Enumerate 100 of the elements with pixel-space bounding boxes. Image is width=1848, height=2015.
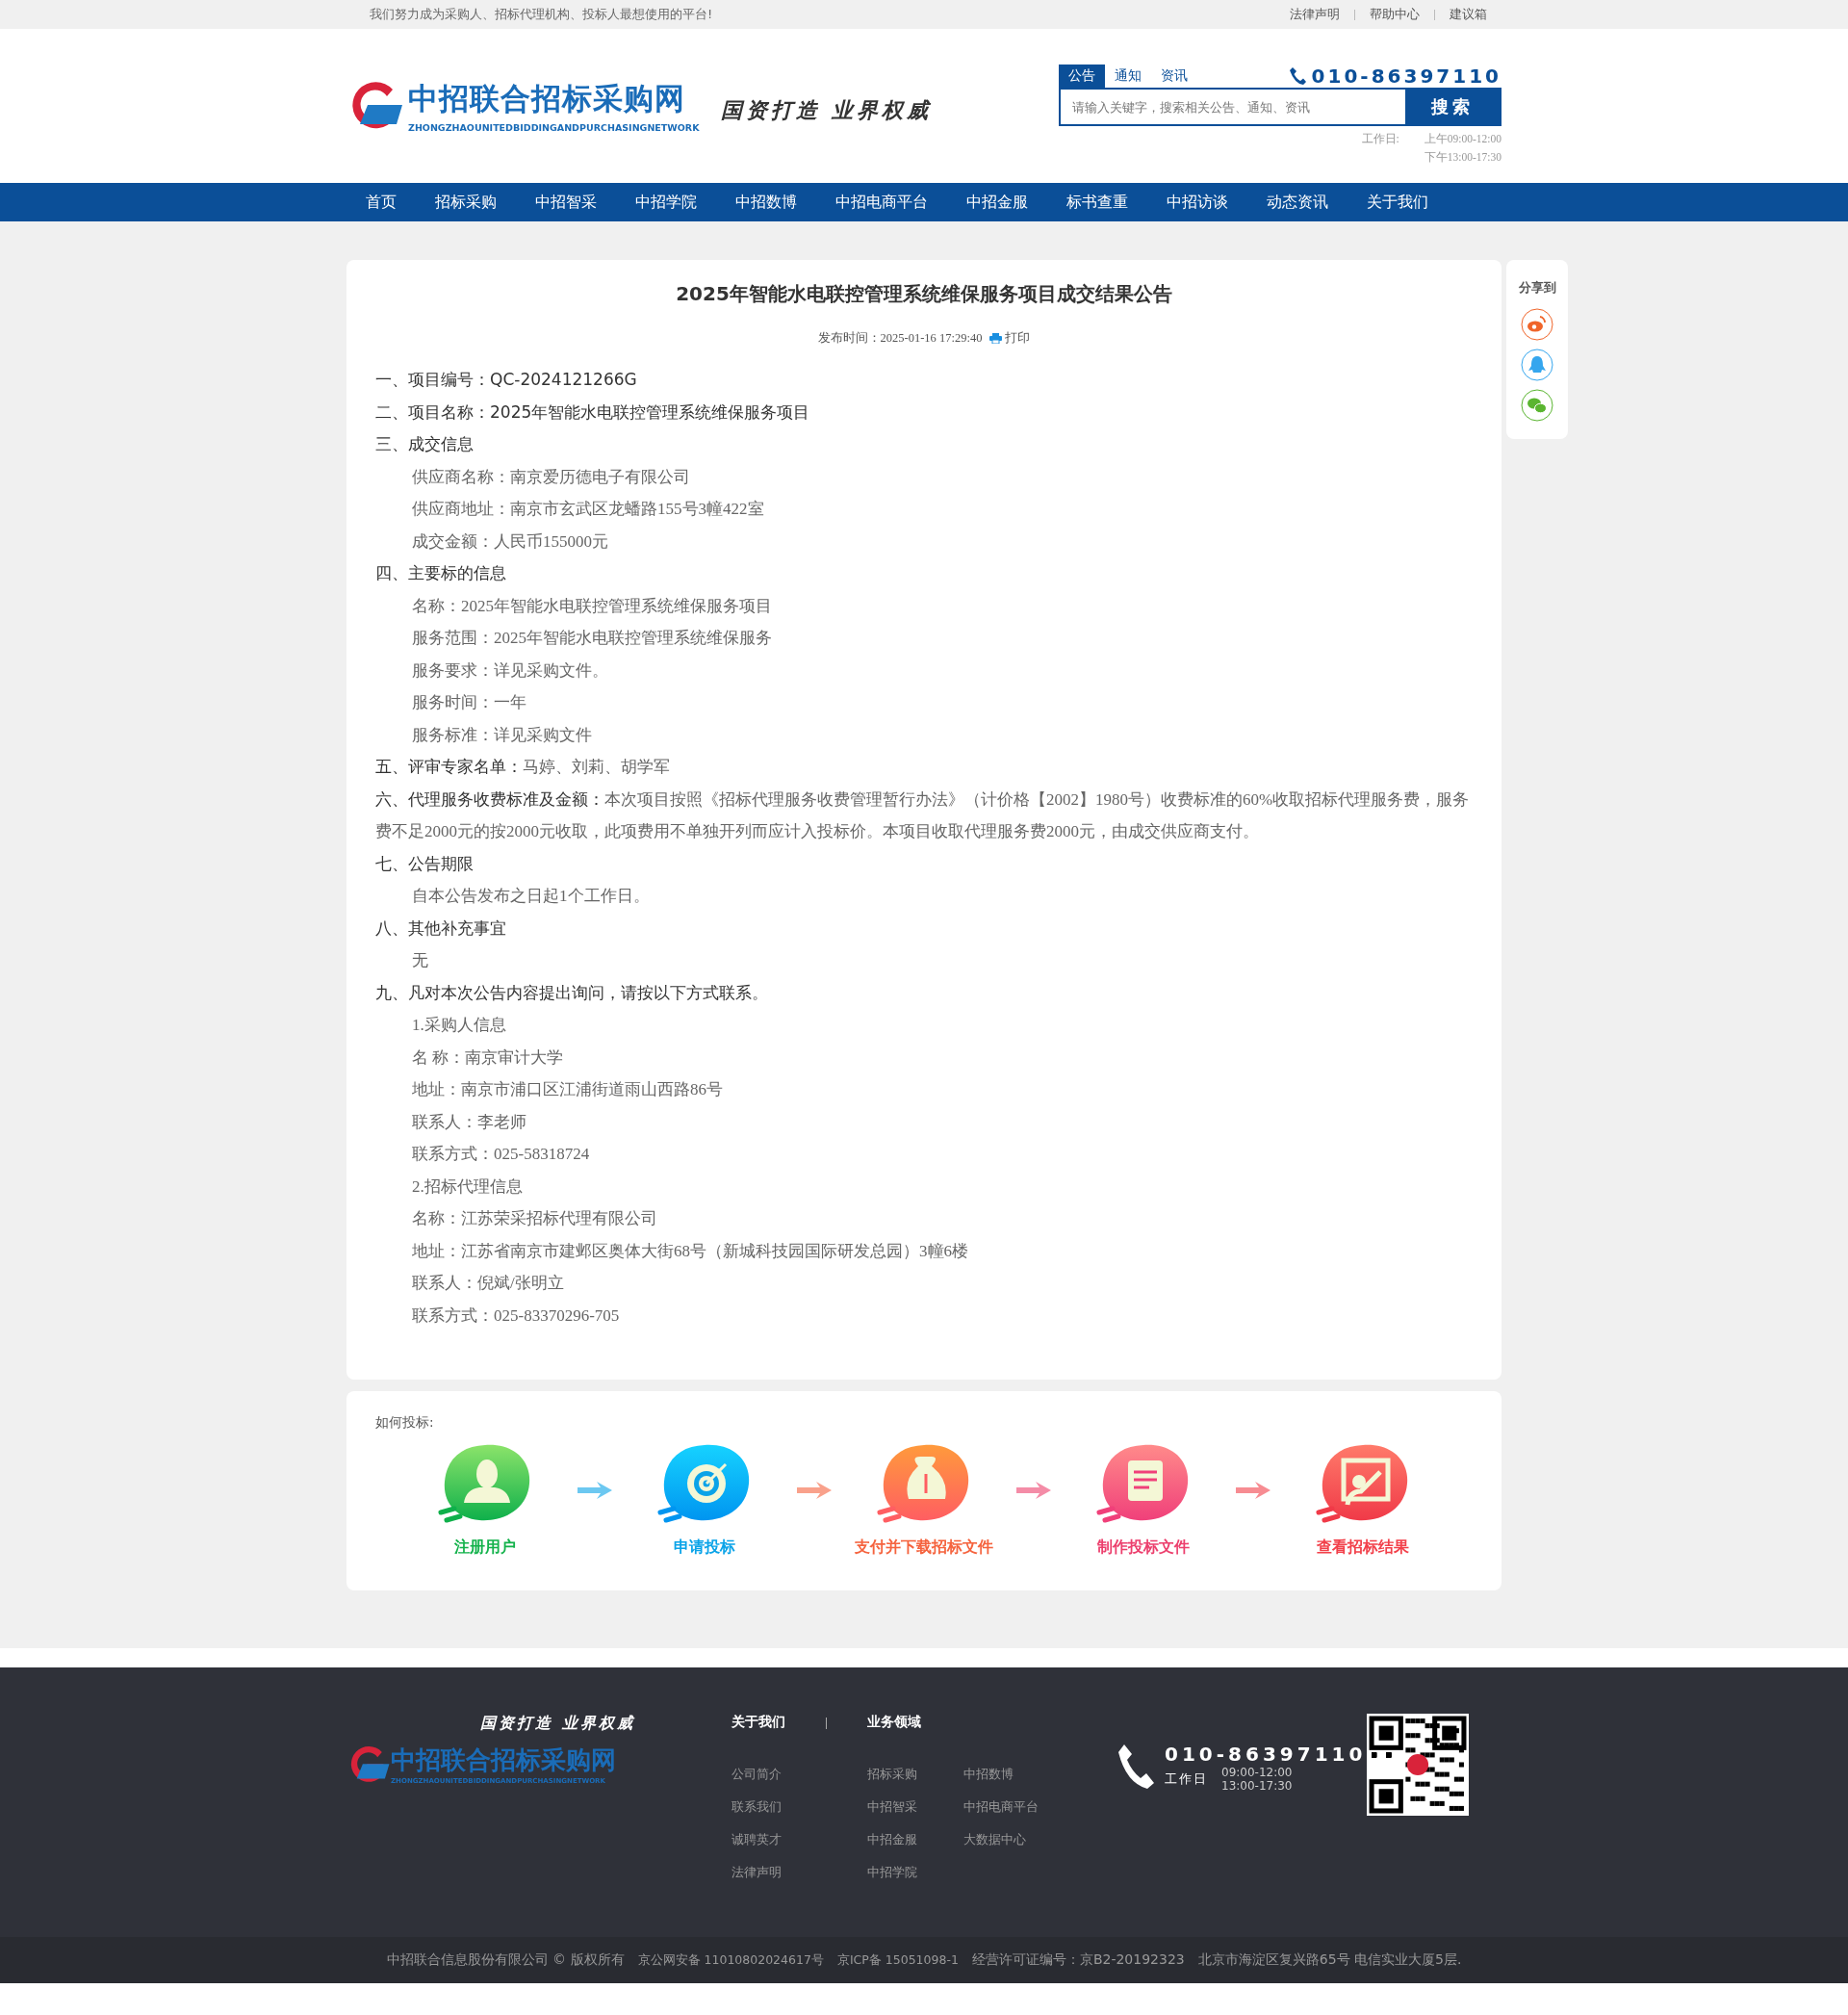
nav-item[interactable]: 动态资讯 — [1267, 192, 1328, 213]
detail-line: 无 — [411, 950, 429, 971]
detail-line: 联系方式：025-83370296-705 — [411, 1305, 621, 1327]
footer-link[interactable]: 中招学院 — [867, 1856, 917, 1889]
logo-subtitle: ZHONGZHAOUNITEDBIDDINGANDPURCHASINGNETWORK — [408, 122, 700, 133]
section-heading: 九、凡对本次公告内容提出询问，请按以下方式联系。 — [375, 981, 769, 1004]
address: 北京市海淀区复兴路65号 电信实业大厦5层. — [1197, 1951, 1462, 1969]
detail-line: 供应商名称：南京爱历德电子有限公司 — [411, 466, 691, 488]
detail-line: 供应商地址：南京市玄武区龙蟠路155号3幢422室 — [411, 499, 765, 520]
detail-line: 服务时间：一年 — [411, 692, 527, 713]
section-heading: 六、代理服务收费标准及金额：本次项目按照《招标代理服务收费管理暂行办法》（计价格【2002】1980号）收费标准的60%收取招标代理服务费，服务费不足2000元的按2000元收取，此项费用不单独开列而应计入投标价。本项目收取代理服务费2000元，由成交供应商支付。 — [375, 788, 1471, 842]
arrow-icon — [795, 1480, 834, 1501]
footer-link[interactable]: 大数据中心 — [963, 1823, 1039, 1856]
nav-item[interactable]: 中招智采 — [535, 192, 597, 213]
search-tab[interactable]: 公告 — [1059, 65, 1105, 88]
arrow-icon — [576, 1480, 614, 1501]
phone-icon — [1288, 66, 1306, 86]
search-button[interactable]: 搜索 — [1405, 90, 1500, 124]
footer-link[interactable]: 公司简介 — [732, 1758, 782, 1791]
publish-time: 发布时间：2025-01-16 17:29:40 — [817, 330, 983, 347]
phone-number: 010-86397110 — [1311, 65, 1502, 88]
nav-item[interactable]: 标书查重 — [1066, 192, 1128, 213]
search-tab[interactable]: 通知 — [1105, 65, 1151, 88]
hours-label: 工作日: — [1361, 132, 1399, 146]
footer-link[interactable]: 联系我们 — [732, 1791, 782, 1823]
footer-column-title: 关于我们 — [732, 1714, 785, 1731]
weibo-icon[interactable] — [1521, 308, 1553, 341]
detail-line: 联系方式：025-58318724 — [411, 1144, 591, 1165]
motto: 国资打造 业界权威 — [480, 1714, 635, 1734]
nav-item[interactable]: 中招访谈 — [1167, 192, 1228, 213]
footer-link[interactable]: 法律声明 — [732, 1856, 782, 1889]
step-label: 查看招标结果 — [1317, 1537, 1409, 1558]
top-link[interactable]: 建议箱 — [1450, 6, 1487, 23]
footer-link[interactable]: 中招数博 — [963, 1758, 1039, 1791]
section-heading: 一、项目编号：QC-2024121266G — [375, 369, 638, 391]
footer-link[interactable]: 中招金服 — [867, 1823, 917, 1856]
detail-line: 联系人：倪斌/张明立 — [411, 1273, 565, 1294]
record-number: 京公网安备 11010802024617号 — [637, 1951, 824, 1969]
hours-text: 下午13:00-17:30 — [1424, 150, 1502, 165]
step-label: 制作投标文件 — [1097, 1537, 1190, 1558]
logo-title: 中招联合招标采购网 — [391, 1744, 616, 1776]
detail-line: 地址：江苏省南京市建邺区奥体大街68号（新城科技园国际研发总园）3幢6楼 — [411, 1240, 969, 1262]
section-heading: 七、公告期限 — [375, 852, 475, 875]
section-heading: 五、评审专家名单：马婷、刘莉、胡学军 — [375, 756, 671, 778]
search-field[interactable]: 请输入关键字，搜索相关公告、通知、资讯 搜索 — [1059, 88, 1502, 126]
detail-line: 服务范围：2025年智能水电联控管理系统维保服务 — [411, 628, 773, 649]
article-title: 2025年智能水电联控管理系统维保服务项目成交结果公告 — [675, 281, 1173, 307]
license-number: 经营许可证编号：京B2-20192323 — [971, 1951, 1185, 1969]
footer-link[interactable]: 中招电商平台 — [963, 1791, 1039, 1823]
phone-number: 010-86397110 — [1165, 1743, 1367, 1766]
section-title: 如何投标: — [375, 1414, 435, 1432]
hours-label: 工作日 — [1165, 1770, 1208, 1788]
arrow-icon — [1014, 1480, 1053, 1501]
logo-title: 中招联合招标采购网 — [408, 80, 686, 117]
detail-line: 地址：南京市浦口区江浦街道雨山西路86号 — [411, 1079, 724, 1100]
section-heading: 八、其他补充事宜 — [375, 917, 507, 940]
nav-item[interactable]: 中招金服 — [966, 192, 1028, 213]
hours-text: 上午09:00-12:00 — [1424, 132, 1502, 146]
print-link[interactable]: 打印 — [989, 330, 1031, 347]
footer-link[interactable]: 中招智采 — [867, 1791, 917, 1823]
hours-text: 09:00-12:00 — [1221, 1766, 1293, 1779]
step-label: 支付并下载招标文件 — [855, 1537, 993, 1558]
footer-column-title: 业务领域 — [867, 1714, 922, 1731]
detail-line: 联系人：李老师 — [411, 1111, 527, 1133]
chat-bubbles-icon[interactable] — [1521, 389, 1553, 422]
share-label: 分享到 — [1518, 279, 1556, 297]
step-label: 注册用户 — [454, 1537, 516, 1558]
section-heading: 四、主要标的信息 — [375, 562, 507, 584]
arrow-icon — [1234, 1480, 1272, 1501]
nav-item[interactable]: 招标采购 — [435, 192, 497, 213]
section-heading: 二、项目名称：2025年智能水电联控管理系统维保服务项目 — [375, 400, 811, 424]
nav-item[interactable]: 中招数博 — [735, 192, 797, 213]
phone-icon — [1116, 1743, 1155, 1791]
section-heading: 三、成交信息 — [375, 433, 475, 455]
top-link[interactable]: 帮助中心 — [1370, 6, 1420, 23]
footer-link[interactable]: 诚聘英才 — [732, 1823, 782, 1856]
site-slogan: 我们努力成为采购人、招标代理机构、投标人最想使用的平台! — [370, 6, 713, 23]
detail-line: 成交金额：人民币155000元 — [411, 530, 609, 553]
hours-text: 13:00-17:30 — [1221, 1779, 1293, 1793]
detail-line: 2.招标代理信息 — [411, 1175, 524, 1198]
detail-line: 名称：江苏荣采招标代理有限公司 — [411, 1208, 658, 1229]
search-tab[interactable]: 资讯 — [1151, 65, 1197, 88]
step-label: 申请投标 — [674, 1537, 735, 1558]
printer-icon — [989, 333, 1003, 344]
penguin-icon[interactable] — [1521, 349, 1553, 381]
record-number: 京ICP备 15051098-1 — [836, 1951, 959, 1969]
detail-line: 1.采购人信息 — [411, 1015, 507, 1036]
detail-line: 服务标准：详见采购文件 — [411, 724, 593, 746]
detail-line: 名称：2025年智能水电联控管理系统维保服务项目 — [411, 595, 773, 617]
detail-line: 服务要求：详见采购文件。 — [411, 659, 609, 682]
detail-line: 名 称：南京审计大学 — [411, 1046, 565, 1069]
nav-item[interactable]: 中招学院 — [635, 192, 697, 213]
nav-item[interactable]: 首页 — [366, 192, 397, 213]
top-link[interactable]: 法律声明 — [1290, 6, 1340, 23]
nav-item[interactable]: 关于我们 — [1367, 192, 1428, 213]
footer-link[interactable]: 招标采购 — [867, 1758, 917, 1791]
nav-item[interactable]: 中招电商平台 — [835, 192, 928, 213]
detail-line: 自本公告发布之日起1个工作日。 — [411, 886, 651, 907]
motto: 国资打造 业界权威 — [720, 96, 933, 124]
copyright: 中招联合信息股份有限公司 © 版权所有 — [386, 1951, 625, 1969]
